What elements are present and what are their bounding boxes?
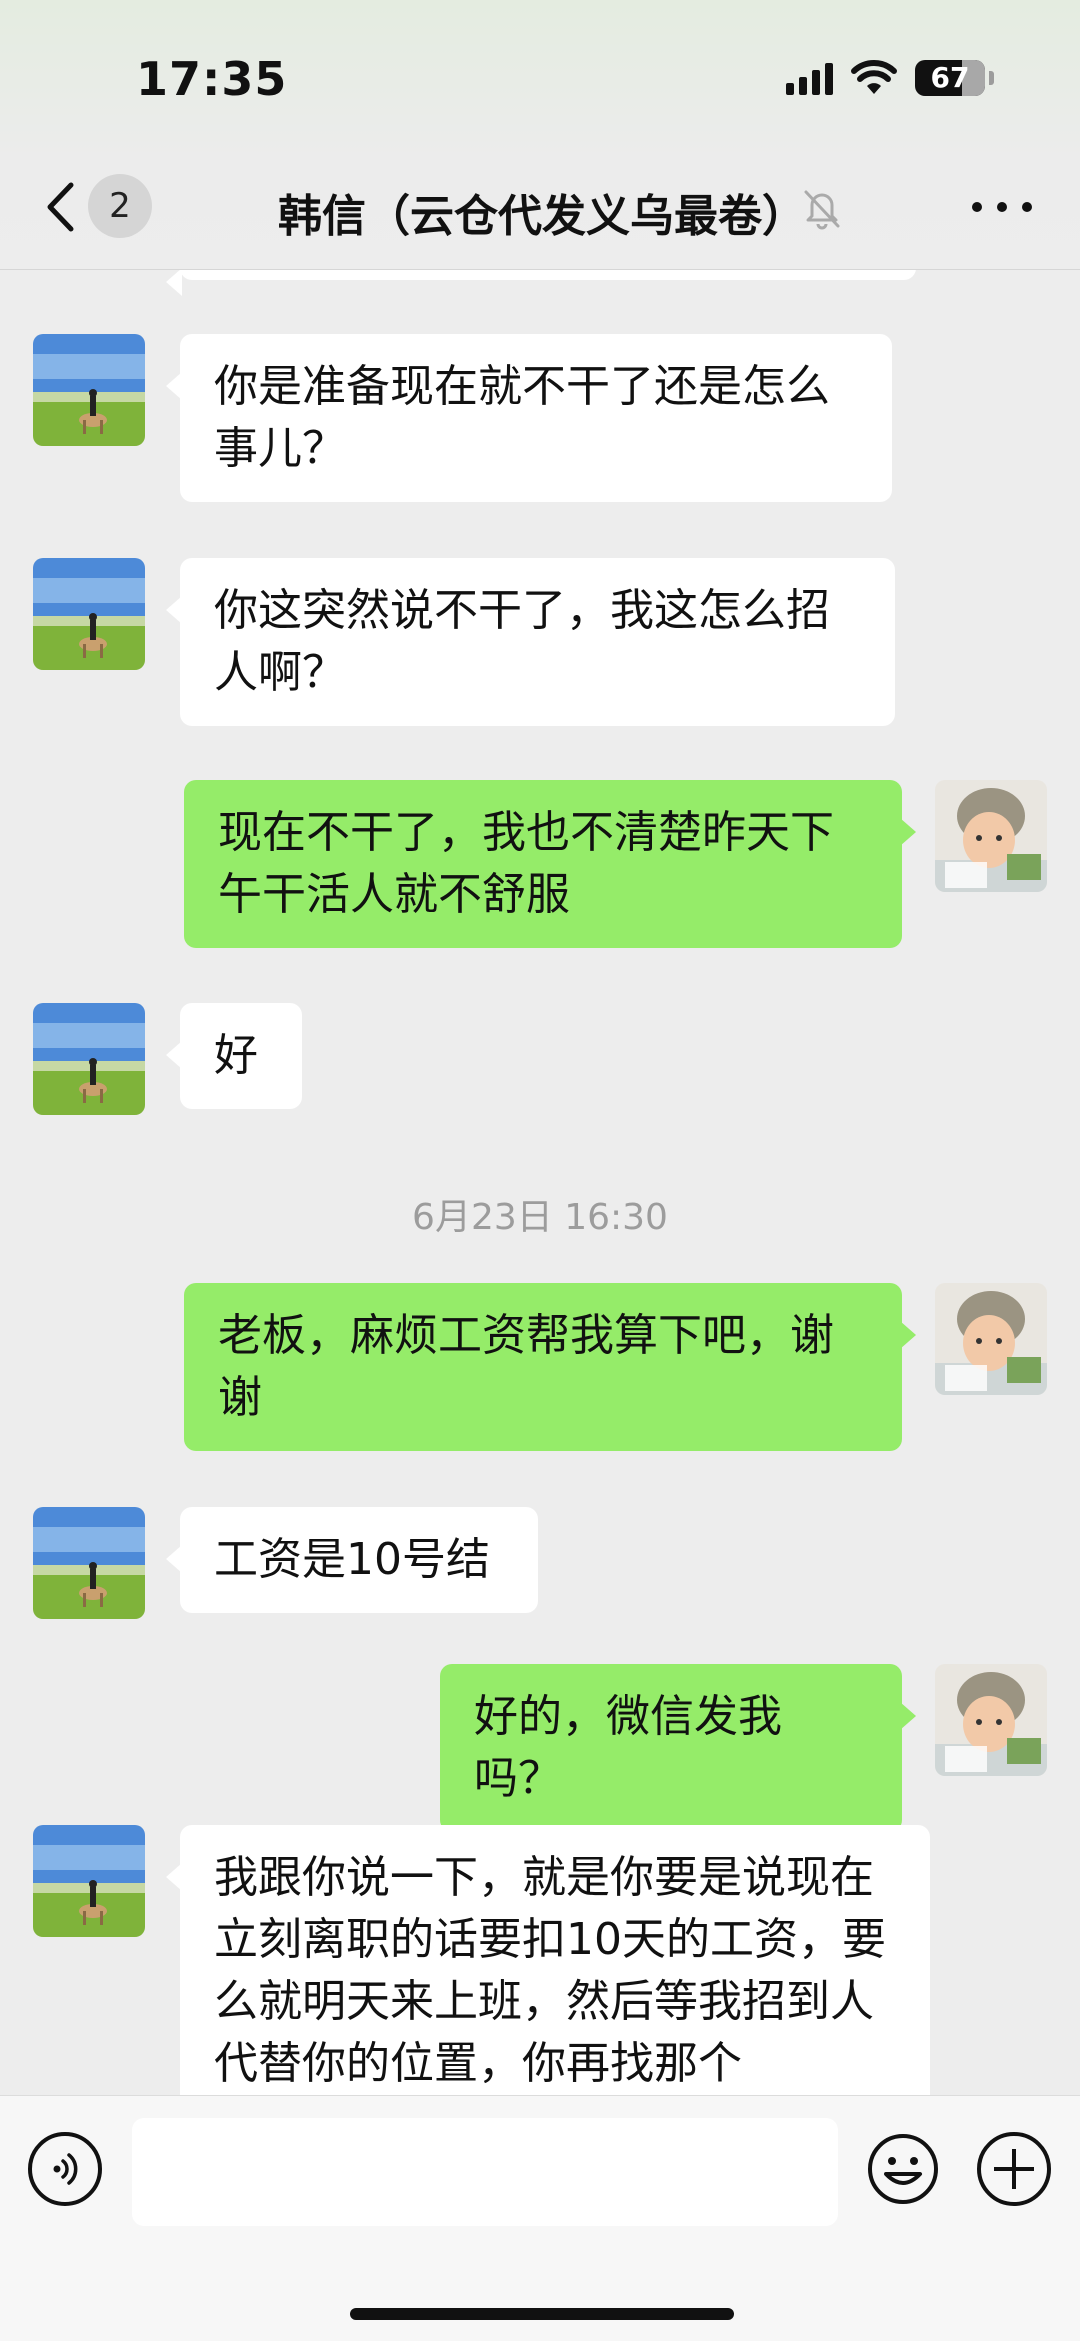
contact-avatar[interactable] [33, 1003, 145, 1115]
wifi-icon [851, 60, 897, 94]
contact-avatar[interactable] [33, 1825, 145, 1937]
message-bubble-incoming[interactable]: 工资是10号结 [166, 1507, 538, 1613]
message-bubble-partial[interactable] [166, 270, 916, 296]
message-bubble-outgoing[interactable]: 现在不干了，我也不清楚昨天下午干活人就不舒服 [184, 780, 916, 948]
input-bar [0, 2095, 1080, 2341]
message-input[interactable] [132, 2118, 838, 2226]
more-button[interactable] [972, 182, 1032, 232]
bell-slash-icon [804, 190, 840, 230]
contact-avatar[interactable] [33, 334, 145, 446]
message-bubble-incoming[interactable]: 你是准备现在就不干了还是怎么事儿？ [166, 334, 892, 502]
more-dot [1022, 202, 1032, 212]
my-avatar[interactable] [935, 780, 1047, 892]
message-bubble-outgoing[interactable]: 好的，微信发我吗？ [440, 1664, 916, 1832]
chevron-left-icon [47, 182, 74, 232]
top-bar: 17:35 67 2 韩信（云仓代发义乌最卷） [0, 0, 1080, 270]
battery-icon: 67 [915, 60, 985, 96]
message-bubble-incoming[interactable]: 好 [166, 1003, 302, 1109]
status-time: 17:35 [136, 52, 288, 106]
contact-avatar[interactable] [33, 1507, 145, 1619]
contact-avatar[interactable] [33, 558, 145, 670]
emoji-icon[interactable] [866, 2132, 940, 2206]
back-button[interactable] [40, 172, 80, 242]
plus-button[interactable] [977, 2132, 1051, 2206]
chat-title: 韩信（云仓代发义乌最卷） [278, 191, 806, 242]
chat-timestamp: 6月23日 16:30 [412, 1197, 668, 1238]
more-dot [997, 202, 1007, 212]
cellular-signal-icon [786, 61, 833, 95]
battery-level: 67 [930, 61, 970, 94]
chat-area[interactable]: 你是准备现在就不干了还是怎么事儿？ 你这突然说不干了，我这怎么招人啊？ 现在不干… [0, 270, 1080, 2095]
my-avatar[interactable] [935, 1283, 1047, 1395]
voice-icon [53, 2153, 78, 2185]
home-indicator[interactable] [350, 2308, 734, 2320]
message-bubble-incoming[interactable]: 你这突然说不干了，我这怎么招人啊？ [166, 558, 895, 726]
message-bubble-incoming[interactable]: 我跟你说一下，就是你要是说现在立刻离职的话要扣10天的工资，要么就明天来上班，然… [166, 1825, 930, 2095]
my-avatar[interactable] [935, 1664, 1047, 1776]
more-dot [972, 202, 982, 212]
unread-count-badge[interactable]: 2 [88, 174, 152, 238]
message-bubble-outgoing[interactable]: 老板，麻烦工资帮我算下吧，谢谢 [184, 1283, 916, 1451]
status-icons: 67 [786, 60, 994, 96]
voice-button[interactable] [28, 2132, 102, 2206]
